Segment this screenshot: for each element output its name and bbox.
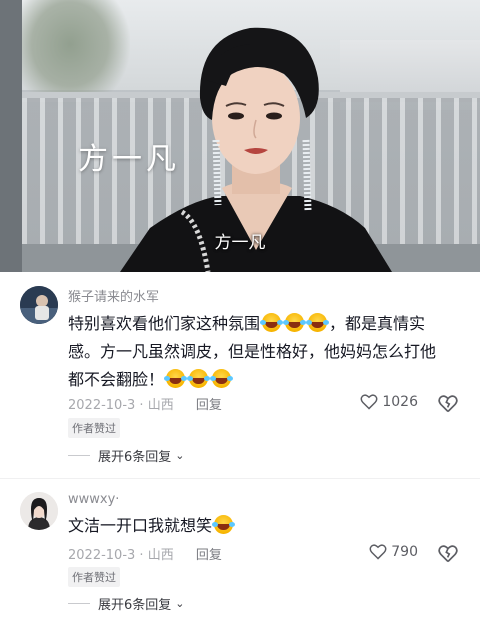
broken-heart-icon[interactable] bbox=[438, 544, 458, 564]
like-count: 790 bbox=[391, 544, 418, 560]
broken-heart-icon[interactable] bbox=[438, 394, 458, 414]
like-button[interactable]: 790 bbox=[369, 544, 418, 560]
comment-text: 特别喜欢看他们家这种氛围 ，都是真情实感。方一凡虽然调皮，但是性格好，他妈妈怎么打… bbox=[68, 310, 440, 394]
comment-username[interactable]: wwwxy· bbox=[68, 492, 119, 507]
expand-replies-button[interactable]: 展开6条回复 ⌄ bbox=[68, 446, 185, 465]
video-name-caption: 方一凡 bbox=[78, 142, 180, 177]
video-frame[interactable]: 方一凡 方一凡 bbox=[0, 0, 480, 272]
comment-text-part: 特别喜欢看他们家这种氛围 bbox=[68, 314, 261, 333]
expand-replies-button[interactable]: 展开6条回复 ⌄ bbox=[68, 594, 185, 613]
laugh-cry-emoji bbox=[306, 313, 328, 332]
like-button[interactable]: 1026 bbox=[360, 394, 418, 410]
heart-outline-icon bbox=[360, 394, 378, 410]
laugh-cry-emoji bbox=[210, 369, 232, 388]
author-liked-badge: 作者赞过 bbox=[68, 567, 120, 587]
expand-replies-label: 展开6条回复 bbox=[98, 450, 172, 465]
comment-location: 山西 bbox=[147, 548, 174, 563]
comment-text-part: 文洁一开口我就想笑 bbox=[68, 516, 213, 535]
comment-divider bbox=[0, 478, 480, 479]
comment-meta: 2022-10-3 · 山西 回复 bbox=[68, 398, 222, 413]
chevron-down-icon: ⌄ bbox=[175, 449, 185, 462]
comment-meta: 2022-10-3 · 山西 回复 bbox=[68, 548, 222, 563]
laugh-cry-emoji bbox=[260, 313, 282, 332]
laugh-cry-emoji bbox=[187, 369, 209, 388]
expand-divider-line bbox=[68, 603, 90, 604]
reply-button[interactable]: 回复 bbox=[196, 398, 222, 413]
author-liked-badge: 作者赞过 bbox=[68, 418, 120, 438]
expand-divider-line bbox=[68, 455, 90, 456]
reply-button[interactable]: 回复 bbox=[196, 548, 222, 563]
expand-replies-label: 展开6条回复 bbox=[98, 598, 172, 613]
avatar[interactable] bbox=[20, 492, 58, 530]
comment-date: 2022-10-3 bbox=[68, 548, 136, 563]
video-subtitle: 方一凡 bbox=[214, 233, 266, 253]
like-count: 1026 bbox=[382, 394, 418, 410]
laugh-cry-emoji bbox=[283, 313, 305, 332]
chevron-down-icon: ⌄ bbox=[175, 597, 185, 610]
comment-username[interactable]: 猴子请来的水军 bbox=[68, 286, 159, 305]
comment-date: 2022-10-3 bbox=[68, 398, 136, 413]
heart-outline-icon bbox=[369, 544, 387, 560]
comment-location: 山西 bbox=[147, 398, 174, 413]
avatar[interactable] bbox=[20, 286, 58, 324]
comment-text: 文洁一开口我就想笑 bbox=[68, 512, 440, 540]
laugh-cry-emoji bbox=[212, 515, 234, 534]
laugh-cry-emoji bbox=[164, 369, 186, 388]
